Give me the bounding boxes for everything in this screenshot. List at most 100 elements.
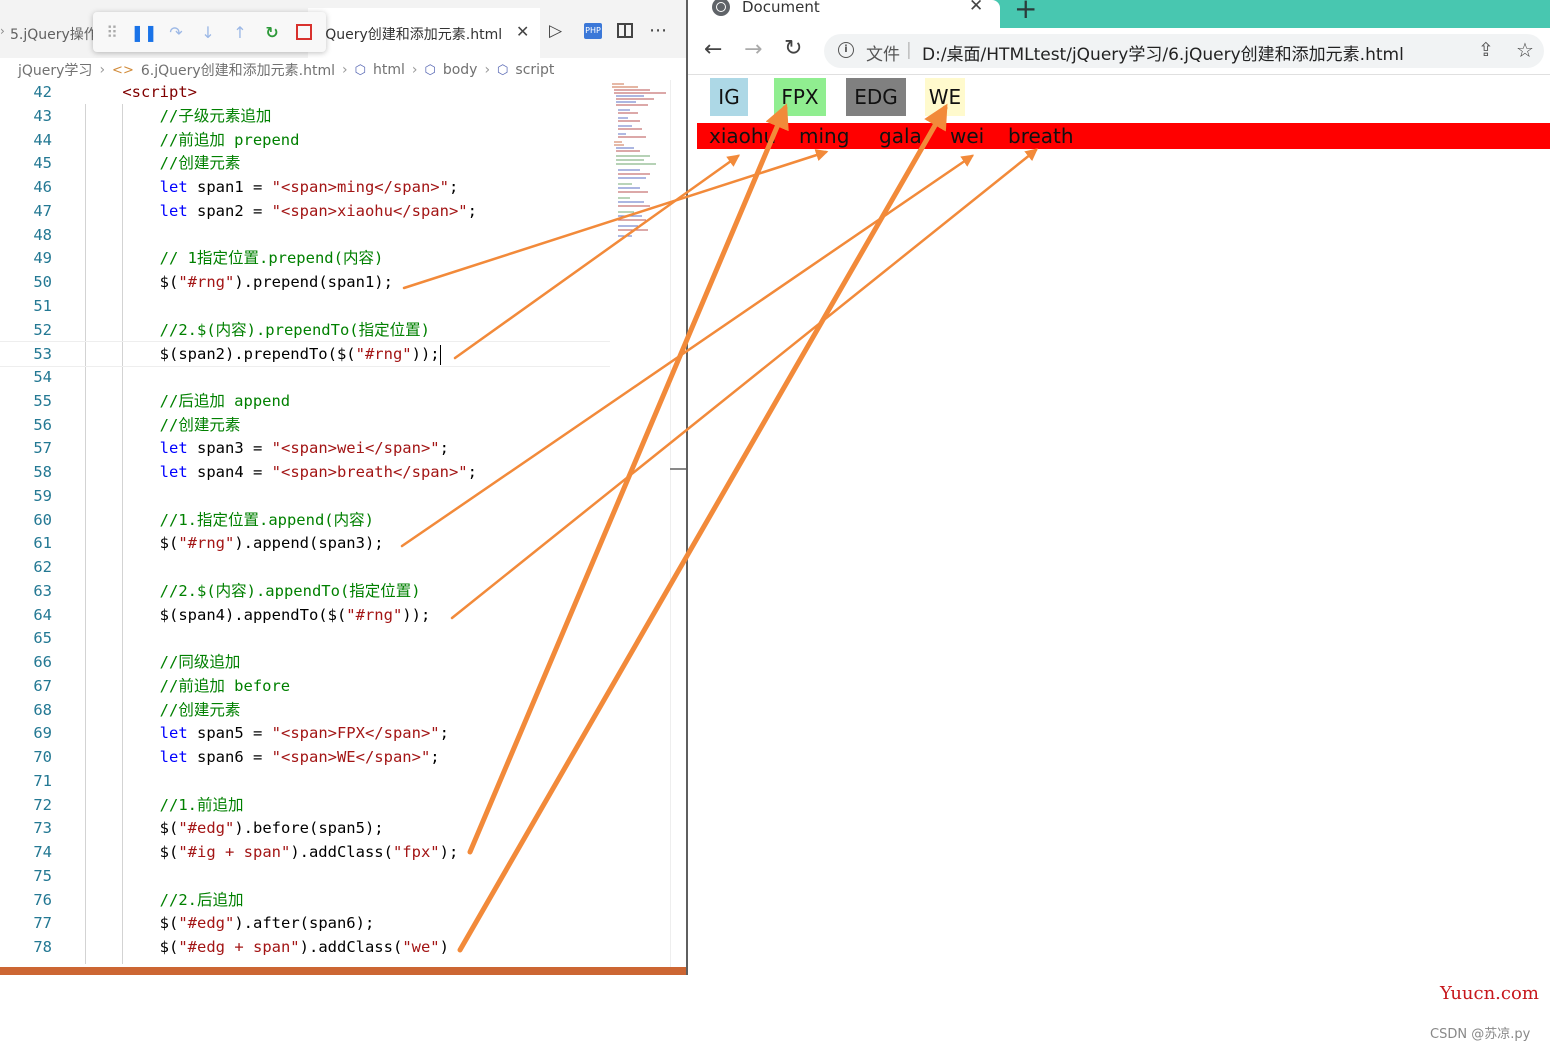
forward-arrow-icon[interactable]: → [744,37,762,62]
code-line[interactable]: 59 [0,484,610,508]
site-watermark: Yuucn.com [1440,983,1539,1004]
code-line[interactable]: 42 <script> [0,80,610,104]
breadcrumb-file[interactable]: 6.jQuery创建和添加元素.html [141,60,335,80]
code-token: ).before(span5); [234,819,384,838]
code-line[interactable]: 50 $("#rng").prepend(span1); [0,270,610,294]
breadcrumb-html[interactable]: html [373,62,405,78]
code-text: //2.后追加 [85,888,244,912]
code-token: ; [467,201,477,220]
tab-close-icon[interactable]: ✕ [969,0,983,16]
code-line[interactable]: 69 let span5 = "<span>FPX</span>"; [0,721,610,745]
address-bar[interactable]: i 文件 | D:/桌面/HTMLtest/jQuery学习/6.jQuery创… [824,34,1544,68]
code-line[interactable]: 65 [0,626,610,650]
code-text: $("#edg").after(span6); [85,911,375,935]
code-token: //创建元素 [159,700,241,719]
code-line[interactable]: 48 [0,223,610,247]
browser-tab[interactable]: Document ✕ [688,0,1000,28]
info-icon[interactable]: i [838,42,854,58]
step-out-icon[interactable]: ↑ [229,21,251,43]
breadcrumb-body[interactable]: body [443,62,478,78]
code-line[interactable]: 55 //后追加 append [0,389,610,413]
code-line[interactable]: 76 //2.后追加 [0,888,610,912]
drag-handle-icon[interactable]: ⠿ [101,21,123,43]
code-line[interactable]: 57 let span3 = "<span>wei</span>"; [0,436,610,460]
code-line[interactable]: 44 //前追加 prepend [0,128,610,152]
code-line[interactable]: 54 [0,365,610,389]
code-line[interactable]: 70 let span6 = "<span>WE</span>"; [0,745,610,769]
code-line[interactable]: 73 $("#edg").before(span5); [0,816,610,840]
restart-icon[interactable]: ↻ [261,21,283,43]
code-line[interactable]: 43 //子级元素追加 [0,104,610,128]
share-icon[interactable]: ⇪ [1478,39,1494,61]
pause-icon[interactable]: ❚❚ [131,21,158,43]
tab-close-icon[interactable]: ✕ [516,22,529,41]
tab-overflow-icon[interactable]: › [0,24,5,38]
code-text: //前追加 prepend [85,128,300,152]
line-number: 57 [33,439,52,458]
code-line[interactable]: 67 //前追加 before [0,674,610,698]
code-line[interactable]: 68 //创建元素 [0,698,610,722]
split-editor-icon[interactable] [617,23,633,38]
code-line[interactable]: 47 let span2 = "<span>xiaohu</span>"; [0,199,610,223]
code-line[interactable]: 75 [0,864,610,888]
code-line[interactable]: 61 $("#rng").append(span3); [0,531,610,555]
code-token: ) [439,938,449,956]
code-token: let [159,178,188,196]
tab-active-file[interactable]: 6.jQuery创建和添加元素.html ✕ [308,8,540,58]
code-line[interactable]: 45 //创建元素 [0,151,610,175]
more-actions-icon[interactable]: ⋯ [649,20,667,41]
code-line[interactable]: 77 $("#edg").after(span6); [0,911,610,935]
bookmark-star-icon[interactable]: ☆ [1516,38,1534,62]
code-area[interactable]: 42 <script> 43 //子级元素追加 44 //前追加 prepend 45… [0,80,610,970]
code-line[interactable]: 62 [0,555,610,579]
stop-icon[interactable] [293,21,315,43]
code-line[interactable]: 74 $("#ig + span").addClass("fpx"); [0,840,610,864]
code-line[interactable]: 46 let span1 = "<span>ming</span>"; [0,175,610,199]
back-arrow-icon[interactable]: ← [704,37,722,62]
code-line[interactable]: 56 //创建元素 [0,413,610,437]
code-line[interactable]: 49 // 1指定位置.prepend(内容) [0,246,610,270]
breadcrumb-folder[interactable]: jQuery学习 [18,60,92,80]
code-line[interactable]: 66 //同级追加 [0,650,610,674]
code-line[interactable]: 58 let span4 = "<span>breath</span>"; [0,460,610,484]
editor-scrollbar[interactable] [670,80,686,970]
code-token: "#edg" [178,819,235,838]
code-line[interactable]: 53 $(span2).prependTo($("#rng")); [0,341,610,368]
minimap[interactable] [610,80,670,250]
line-number: 47 [33,201,52,220]
code-text: let span4 = "<span>breath</span>"; [85,460,477,484]
php-server-icon[interactable]: PHP [584,23,602,39]
step-into-icon[interactable]: ↓ [197,21,219,43]
code-token: ).prepend(span1); [234,273,393,291]
step-over-icon[interactable]: ↷ [165,21,187,43]
csdn-watermark: CSDN @苏凉.py [1430,1027,1531,1042]
breadcrumb-script[interactable]: script [515,62,554,78]
code-text: $(span2).prependTo($("#rng")); [85,342,442,366]
code-line[interactable]: 63 //2.$(内容).appendTo(指定位置) [0,579,610,603]
run-icon[interactable]: ▷ [549,21,562,41]
code-text: //创建元素 [85,698,241,722]
code-line[interactable]: 71 [0,769,610,793]
reload-icon[interactable]: ↻ [784,36,802,61]
team-box-ig: IG [710,78,748,116]
code-line[interactable]: 64 $(span4).appendTo($("#rng")); [0,603,610,627]
new-tab-icon[interactable]: + [1014,0,1037,25]
code-line[interactable]: 78 $("#edg + span").addClass("we") [0,935,610,959]
code-token: let [159,439,188,458]
code-line[interactable]: 72 //1.前追加 [0,793,610,817]
code-text: $("#ig + span").addClass("fpx"); [85,840,459,864]
code-token: // 1指定位置.prepend(内容) [159,249,384,268]
globe-icon [712,0,730,16]
rng-container: xiaohu ming gala wei breath [697,123,1550,149]
tab-previous-file[interactable]: 5.jQuery操作 [10,24,98,44]
code-line[interactable]: 60 //1.指定位置.append(内容) [0,508,610,532]
code-token: "#edg" [178,914,235,933]
line-number: 58 [33,463,52,481]
code-line[interactable]: 51 [0,294,610,318]
code-line[interactable]: 52 //2.$(内容).prependTo(指定位置) [0,318,610,342]
